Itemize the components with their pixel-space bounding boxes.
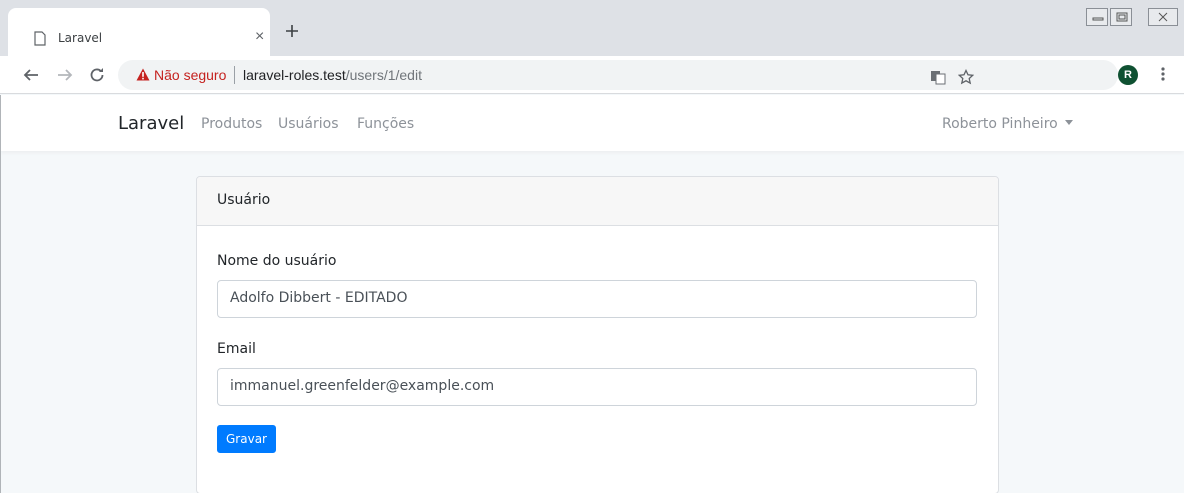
caret-down-icon [1064,120,1073,125]
bookmark-star-icon[interactable] [958,69,974,85]
nav-link-usuarios[interactable]: Usuários [278,116,339,132]
kebab-menu-icon[interactable] [1160,65,1166,83]
url-path: /users/1/edit [345,67,422,83]
email-label: Email [217,341,256,357]
reload-icon[interactable] [88,66,106,84]
nav-link-funcoes[interactable]: Funções [357,116,414,132]
browser-tab[interactable]: Laravel × [8,8,270,56]
warning-icon[interactable] [136,68,150,81]
close-tab-icon[interactable]: × [255,29,264,45]
tab-title: Laravel [58,31,103,45]
url-text[interactable]: laravel-roles.test/users/1/edit [243,67,422,83]
browser-toolbar: Não seguro laravel-roles.test/users/1/ed… [0,56,1184,139]
profile-avatar[interactable]: R [1118,65,1138,85]
address-bar[interactable]: Não seguro laravel-roles.test/users/1/ed… [118,60,1118,90]
brand-link[interactable]: Laravel [118,113,184,134]
browser-titlebar: Laravel × [0,0,1184,56]
new-tab-icon[interactable] [284,23,300,39]
user-edit-card: Usuário Nome do usuário Adolfo Dibbert -… [196,176,999,493]
forward-icon[interactable] [56,66,74,84]
url-host: laravel-roles.test [243,67,346,83]
user-dropdown[interactable]: Roberto Pinheiro [942,116,1073,132]
address-separator [234,66,235,84]
maximize-icon[interactable] [1110,8,1132,26]
email-input[interactable]: immanuel.greenfelder@example.com [217,368,977,406]
app-navbar: Laravel Produtos Usuários Funções Robert… [0,95,1184,151]
name-label: Nome do usuário [217,253,337,269]
security-label[interactable]: Não seguro [154,67,226,83]
card-header: Usuário [197,177,998,226]
save-button[interactable]: Gravar [217,425,276,453]
window-border [0,95,1,493]
minimize-icon[interactable] [1086,8,1108,26]
nav-link-produtos[interactable]: Produtos [201,116,262,132]
name-input[interactable]: Adolfo Dibbert - EDITADO [217,280,977,318]
back-icon[interactable] [22,66,40,84]
close-window-icon[interactable] [1148,8,1178,26]
user-name: Roberto Pinheiro [942,116,1058,132]
page-icon [34,31,46,46]
translate-icon[interactable] [930,69,946,85]
